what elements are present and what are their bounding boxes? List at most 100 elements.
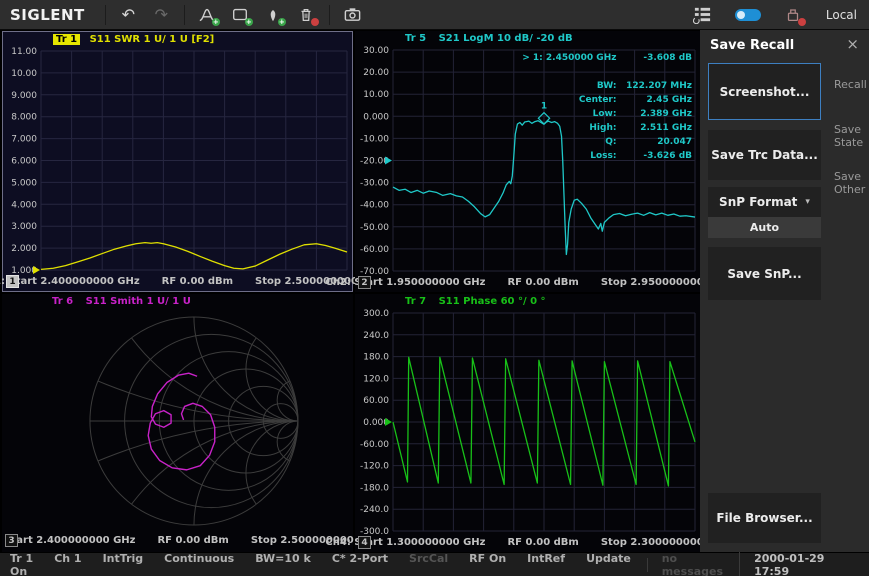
panel-ch4-phase[interactable]: Tr 7 S11 Phase 60 °/ 0 ° 300.0 240.0 180.0… <box>325 294 730 552</box>
status-divider <box>646 557 648 572</box>
delete-trace-icon[interactable] <box>293 3 320 27</box>
redo-icon[interactable]: ↷ <box>148 3 175 27</box>
channel2-number-box[interactable]: 2 <box>358 276 371 289</box>
status-item[interactable]: SrcCal <box>409 552 448 565</box>
add-window-icon[interactable]: + <box>227 3 254 27</box>
svg-text:4.000: 4.000 <box>11 200 37 210</box>
svg-text:122.207 MHz: 122.207 MHz <box>626 81 692 91</box>
status-item[interactable]: Ch 1 <box>54 552 81 565</box>
ch2-footer: 2 Ch2: Start 1.950000000 GHz RF 0.00 dBm… <box>325 275 730 292</box>
svg-text:2.389 GHz: 2.389 GHz <box>640 109 692 119</box>
channel1-number-box[interactable]: 1 <box>6 275 19 288</box>
file-browser-button[interactable]: File Browser... <box>708 493 821 543</box>
svg-text:30.00: 30.00 <box>363 46 389 56</box>
svg-text:0.000: 0.000 <box>363 112 389 122</box>
status-item[interactable]: IntRef <box>527 552 565 565</box>
svg-text:-60.00: -60.00 <box>360 245 389 255</box>
display-layout-icon[interactable] <box>689 3 716 27</box>
close-icon[interactable]: × <box>846 35 859 53</box>
logmag-plot[interactable]: 30.00 20.00 10.00 0.000 -10.00 -20.00 -30.00 -4… <box>355 46 700 275</box>
swr-plot[interactable]: 11.00 10.00 9.000 8.000 7.000 6.000 5.000 4.000… <box>3 47 352 274</box>
add-badge: + <box>244 17 253 26</box>
datetime-label: 2000-01-29 17:59 <box>739 551 859 576</box>
tab-save-state[interactable]: Save State <box>834 123 869 149</box>
snp-format-dropdown[interactable]: SnP Format ▾ <box>708 187 821 217</box>
ch1-rf-power: RF 0.00 dBm <box>161 276 234 287</box>
add-trace-icon[interactable]: + <box>194 3 221 27</box>
panel-ch3-smith[interactable]: Tr 6 S11 Smith 1 U/ 1 U 3 Ch3: Start 2.4… <box>0 294 380 552</box>
channel3-number-box[interactable]: 3 <box>5 534 18 547</box>
tab-recall[interactable]: Recall <box>834 78 867 91</box>
svg-text:> 1: 2.450000 GHz: > 1: 2.450000 GHz <box>522 53 616 63</box>
ch2-rf-power: RF 0.00 dBm <box>507 277 579 288</box>
status-bar: Tr 1 Ch 1 IntTrig Continuous BW=10 k C* 2-Por… <box>0 551 869 576</box>
smith-plot[interactable] <box>2 309 351 533</box>
svg-text:10.00: 10.00 <box>11 69 37 79</box>
svg-text:-240.0: -240.0 <box>360 505 389 515</box>
status-item[interactable]: C* 2-Port <box>332 552 388 565</box>
status-item[interactable]: Tr 1 <box>10 552 33 565</box>
svg-text:BW:: BW: <box>597 81 617 91</box>
svg-text:20.047: 20.047 <box>657 137 692 147</box>
tab-save-other[interactable]: Save Other <box>834 170 869 196</box>
delete-badge <box>310 17 319 26</box>
svg-text:Low:: Low: <box>593 109 617 119</box>
svg-text:-60.00: -60.00 <box>360 440 389 450</box>
status-item[interactable]: Continuous <box>164 552 234 565</box>
snp-format-value[interactable]: Auto <box>708 217 821 238</box>
svg-text:Center:: Center: <box>579 95 617 105</box>
status-item[interactable]: RF On <box>469 552 506 565</box>
trace5-name[interactable]: Tr 5 <box>405 33 426 44</box>
status-item[interactable]: IntTrig <box>103 552 144 565</box>
svg-text:Q:: Q: <box>605 137 616 147</box>
add-badge: + <box>211 17 220 26</box>
toolbar-divider <box>328 4 330 25</box>
add-marker-icon[interactable]: + <box>260 3 287 27</box>
svg-text:-20.00: -20.00 <box>360 157 389 167</box>
trace1-name[interactable]: Tr 1 <box>53 34 81 45</box>
run-toggle[interactable] <box>734 8 761 21</box>
svg-text:-3.608 dB: -3.608 dB <box>643 53 692 63</box>
main-area: Tr 1 S11 SWR 1 U/ 1 U [F2] 11.00 10.00 9.0… <box>0 30 869 552</box>
trace7-header[interactable]: Tr 7 S11 Phase 60 °/ 0 ° <box>355 294 700 309</box>
phase-plot[interactable]: 300.0240.0180.0120.060.000.000-60.00-120… <box>355 309 700 535</box>
screenshot-button[interactable]: Screenshot... <box>708 63 821 120</box>
usb-badge <box>797 17 806 26</box>
trace7-name[interactable]: Tr 7 <box>405 296 426 307</box>
svg-text:-300.0: -300.0 <box>360 527 389 535</box>
local-label[interactable]: Local <box>826 8 857 22</box>
svg-text:5.000: 5.000 <box>11 178 37 188</box>
trace5-header[interactable]: Tr 5 S21 LogM 10 dB/ -20 dB <box>355 31 700 46</box>
ch3-rf-power: RF 0.00 dBm <box>157 535 229 546</box>
trace6-header[interactable]: Tr 6 S11 Smith 1 U/ 1 U <box>2 294 353 309</box>
svg-text:60.00: 60.00 <box>363 396 389 406</box>
trace7-settings: S11 Phase 60 °/ 0 ° <box>438 296 546 307</box>
screenshot-icon[interactable] <box>339 3 366 27</box>
chevron-down-icon: ▾ <box>805 197 810 207</box>
usb-device-icon[interactable] <box>780 3 807 27</box>
svg-text:2.511 GHz: 2.511 GHz <box>640 123 692 133</box>
trace6-name[interactable]: Tr 6 <box>52 296 73 307</box>
save-snp-button[interactable]: Save SnP... <box>708 247 821 300</box>
toggle-knob <box>736 10 745 19</box>
plot-grid: Tr 1 S11 SWR 1 U/ 1 U [F2] 11.00 10.00 9.0… <box>0 30 730 552</box>
menu-title: Save Recall <box>710 38 795 53</box>
status-items: Tr 1 Ch 1 IntTrig Continuous BW=10 k C* 2-Por… <box>10 552 647 576</box>
svg-text:120.0: 120.0 <box>363 374 389 384</box>
svg-text:-3.626 dB: -3.626 dB <box>643 151 692 161</box>
svg-text:8.000: 8.000 <box>11 113 37 123</box>
message-area: no messages <box>661 551 724 576</box>
svg-text:180.0: 180.0 <box>363 353 389 363</box>
status-item[interactable]: BW=10 k <box>255 552 311 565</box>
channel4-number-box[interactable]: 4 <box>358 536 371 549</box>
undo-icon[interactable]: ↶ <box>115 3 142 27</box>
save-trc-data-button[interactable]: Save Trc Data... <box>708 130 821 180</box>
panel-ch2-logmag[interactable]: Tr 5 S21 LogM 10 dB/ -20 dB 30.00 20.00 10… <box>325 31 730 292</box>
svg-text:20.00: 20.00 <box>363 68 389 78</box>
svg-text:High:: High: <box>589 123 616 133</box>
svg-text:-30.00: -30.00 <box>360 179 389 189</box>
panel-ch1-swr[interactable]: Tr 1 S11 SWR 1 U/ 1 U [F2] 11.00 10.00 9.0… <box>0 31 384 292</box>
svg-text:9.000: 9.000 <box>11 91 37 101</box>
trace1-header[interactable]: Tr 1 S11 SWR 1 U/ 1 U [F2] <box>3 32 352 47</box>
trace5-settings: S21 LogM 10 dB/ -20 dB <box>438 33 573 44</box>
